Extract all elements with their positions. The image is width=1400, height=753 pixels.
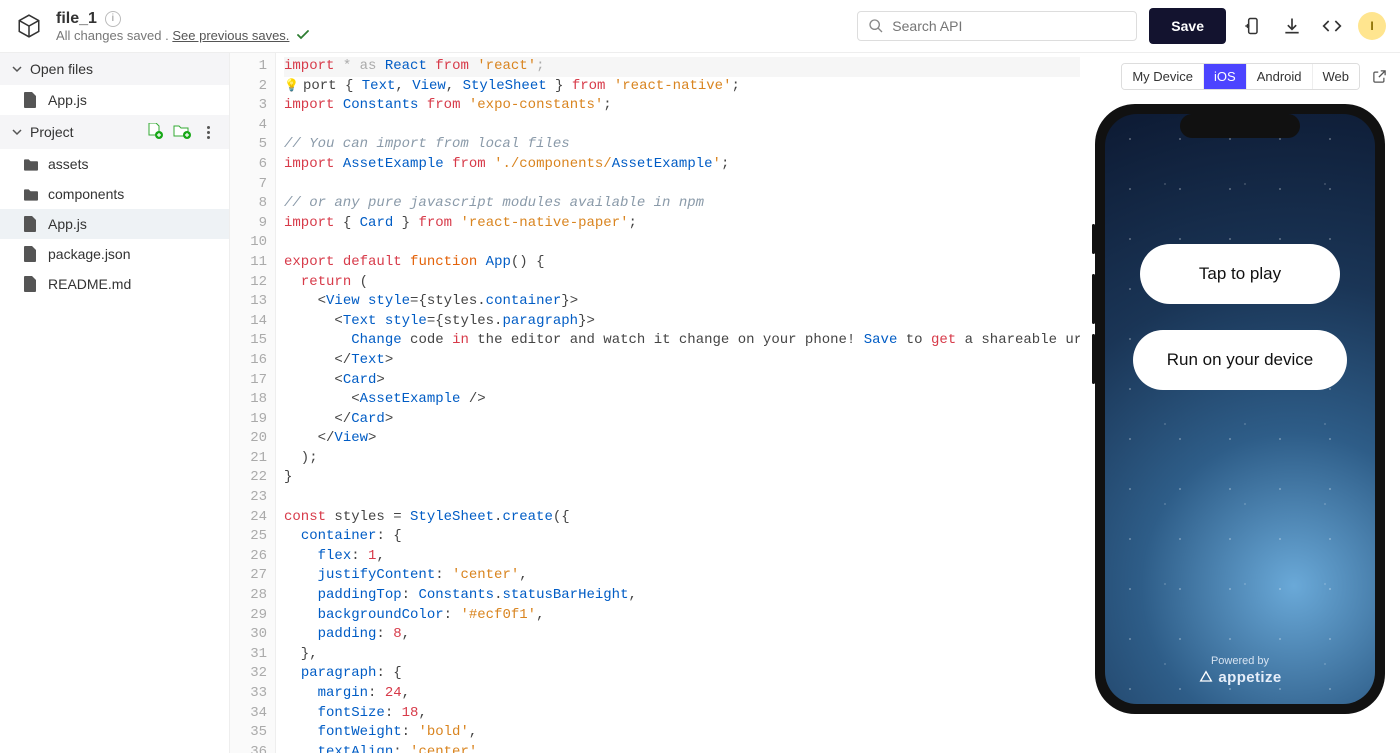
chevron-down-icon	[12, 127, 22, 137]
tab-android[interactable]: Android	[1247, 64, 1313, 89]
run-on-device-button[interactable]: Run on your device	[1133, 330, 1347, 390]
info-icon[interactable]: i	[105, 11, 121, 27]
phone-screen: Tap to play Run on your device Powered b…	[1105, 114, 1375, 704]
file-title: file_1	[56, 10, 97, 28]
save-status: All changes saved . See previous saves.	[56, 28, 309, 43]
preview-panel: My Device iOS Android Web Tap to play Ru…	[1080, 53, 1400, 753]
file-icon	[24, 276, 38, 292]
open-files-header[interactable]: Open files	[0, 53, 229, 85]
project-header[interactable]: Project	[0, 115, 229, 149]
project-item-components[interactable]: components	[0, 179, 229, 209]
device-preview-icon[interactable]	[1238, 12, 1266, 40]
popout-icon[interactable]	[1370, 68, 1388, 86]
tab-ios[interactable]: iOS	[1204, 64, 1247, 89]
folder-icon	[24, 158, 38, 171]
header: file_1 i All changes saved . See previou…	[0, 0, 1400, 53]
tab-web[interactable]: Web	[1313, 64, 1360, 89]
project-item-readme[interactable]: README.md	[0, 269, 229, 299]
tap-to-play-button[interactable]: Tap to play	[1140, 244, 1340, 304]
chevron-down-icon	[12, 64, 22, 74]
embed-code-icon[interactable]	[1318, 12, 1346, 40]
project-item-package[interactable]: package.json	[0, 239, 229, 269]
sidebar: Open files App.js Project	[0, 53, 230, 753]
file-icon	[24, 92, 38, 108]
code-editor[interactable]: 1234567891011121314151617181920212223242…	[230, 53, 1080, 753]
new-folder-icon[interactable]	[173, 123, 191, 141]
tab-my-device[interactable]: My Device	[1122, 64, 1204, 89]
avatar[interactable]: I	[1358, 12, 1386, 40]
save-button[interactable]: Save	[1149, 8, 1226, 44]
file-icon	[24, 246, 38, 262]
file-icon	[24, 216, 38, 232]
new-file-icon[interactable]	[147, 123, 165, 141]
search-box[interactable]	[857, 11, 1137, 41]
menu-dots-icon[interactable]	[199, 123, 217, 141]
folder-icon	[24, 188, 38, 201]
project-item-app[interactable]: App.js	[0, 209, 229, 239]
download-icon[interactable]	[1278, 12, 1306, 40]
project-item-assets[interactable]: assets	[0, 149, 229, 179]
open-file-item[interactable]: App.js	[0, 85, 229, 115]
powered-by: Powered by appetize	[1105, 655, 1375, 686]
search-input[interactable]	[892, 18, 1126, 34]
line-gutter: 1234567891011121314151617181920212223242…	[230, 53, 276, 753]
previous-saves-link[interactable]: See previous saves.	[172, 28, 289, 43]
title-block: file_1 i All changes saved . See previou…	[56, 10, 309, 43]
check-icon	[297, 28, 309, 43]
snack-logo-icon[interactable]	[14, 11, 44, 41]
code-content[interactable]: import * as React from 'react';💡port { T…	[276, 53, 1080, 753]
preview-tabs: My Device iOS Android Web	[1121, 63, 1360, 90]
phone-frame: Tap to play Run on your device Powered b…	[1095, 104, 1385, 714]
search-icon	[868, 18, 884, 34]
